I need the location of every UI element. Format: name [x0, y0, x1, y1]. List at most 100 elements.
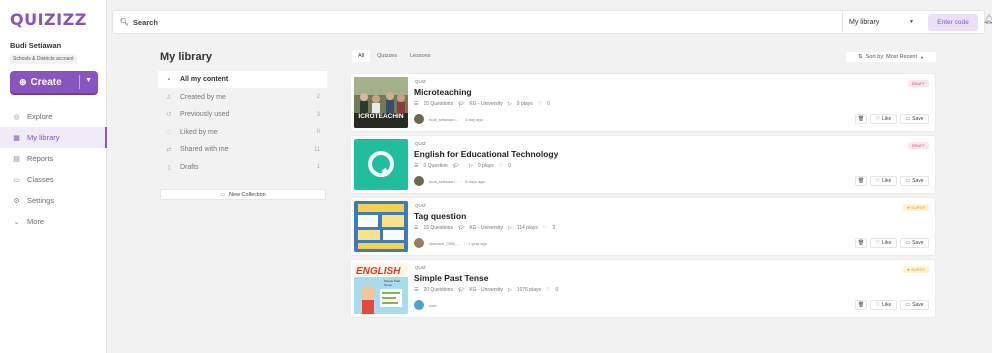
- quiz-meta: ☰ 0 Question 🎓︎ ▷ 0 plays ♡ 0: [414, 163, 516, 169]
- quiz-thumbnail[interactable]: ICROTEACHIN: [354, 77, 408, 128]
- play-icon: ▷: [507, 287, 512, 293]
- timestamp: 1 year ago: [468, 240, 488, 246]
- save-button[interactable]: ▭ Save: [900, 114, 929, 124]
- tab-quizzes[interactable]: Quizzes: [371, 50, 403, 62]
- nav-item-explore[interactable]: ◎ Explore: [0, 106, 107, 127]
- user-icon: ♙: [166, 94, 172, 101]
- nav-item-label: My library: [27, 133, 60, 142]
- quiz-title[interactable]: Microteaching: [414, 87, 472, 97]
- quiz-thumbnail[interactable]: [354, 139, 408, 190]
- grade-range: KG - University: [469, 225, 503, 231]
- save-button[interactable]: ▭ Save: [900, 238, 929, 248]
- page-title: My library: [160, 51, 212, 63]
- search-input[interactable]: Search: [133, 18, 158, 27]
- filter-label: Liked by me: [180, 128, 218, 136]
- filter-created-by-me[interactable]: ♙ Created by me 2: [158, 89, 327, 106]
- quiz-title[interactable]: Simple Past Tense: [414, 273, 488, 283]
- quiz-thumbnail[interactable]: ENGLISH Simple Past Tense: [354, 263, 408, 314]
- save-label: Save: [912, 178, 924, 184]
- delete-button[interactable]: 🗑︎: [855, 176, 867, 186]
- play-count: 9 plays: [516, 101, 533, 107]
- create-button-divider: [79, 75, 80, 89]
- grade-icon: 🎓︎: [452, 163, 460, 169]
- quiz-card[interactable]: ICROTEACHIN QUIZ Microteaching ☰ 15 Quest…: [350, 73, 936, 132]
- save-label: Save: [912, 116, 924, 122]
- filter-liked-by-me[interactable]: ♡ Liked by me 0: [158, 124, 327, 141]
- filter-count: 0: [316, 129, 320, 136]
- grade-range: KG - University: [469, 101, 503, 107]
- quiz-card[interactable]: ENGLISH Simple Past Tense QUIZ Simple Pa…: [350, 259, 936, 318]
- filter-count: 2: [316, 94, 320, 101]
- user-name[interactable]: Budi Setiawan: [10, 41, 61, 50]
- nav-item-settings[interactable]: ⚙ Settings: [0, 190, 107, 211]
- chevron-down-icon: ⌄: [13, 218, 20, 226]
- like-button[interactable]: ♡ Like: [870, 114, 897, 124]
- owner-name: user: [429, 302, 437, 308]
- heart-icon: ♡: [166, 129, 172, 136]
- search-bar[interactable]: 🔍︎ Search My library ▼ Enter code 🔔︎: [112, 10, 992, 34]
- sort-dropdown[interactable]: ⇅ Sort by: Most Recent ▼: [846, 52, 936, 62]
- like-button[interactable]: ♡ Like: [870, 300, 897, 310]
- quiz-meta: ☰ 20 Questions 🎓︎ KG - University ▷ 1076 pl…: [414, 287, 563, 293]
- tab-all[interactable]: All: [352, 50, 371, 62]
- list-icon: ☰: [414, 101, 419, 107]
- library-scope-select[interactable]: My library ▼: [842, 11, 922, 33]
- quiz-title[interactable]: English for Educational Technology: [414, 149, 558, 159]
- filter-shared-with-me[interactable]: ⇄ Shared with me 11: [158, 141, 327, 158]
- nav-item-more[interactable]: ⌄ More: [0, 211, 107, 232]
- quiz-title[interactable]: Tag question: [414, 211, 466, 221]
- status-badge: DRAFT: [907, 142, 929, 149]
- grade-icon: 🎓︎: [457, 287, 465, 293]
- enter-code-button[interactable]: Enter code: [928, 14, 978, 31]
- main-nav: ◎ Explore ▦ My library ▤ Reports ▭ Class…: [0, 106, 107, 232]
- quiz-card[interactable]: QUIZ Tag question ☰ 15 Questions 🎓︎ KG - U…: [350, 197, 936, 256]
- bell-icon[interactable]: 🔔︎: [983, 14, 992, 25]
- quiz-thumbnail[interactable]: [354, 201, 408, 252]
- delete-button[interactable]: 🗑︎: [855, 300, 867, 310]
- folder-icon: ▭: [905, 240, 911, 246]
- badge-label: SUPER: [911, 205, 925, 210]
- avatar: [414, 300, 424, 310]
- classes-icon: ▭: [13, 176, 20, 184]
- filter-label: Drafts: [180, 163, 199, 171]
- nav-item-my-library[interactable]: ▦ My library: [0, 127, 107, 148]
- folder-plus-icon: ▭: [220, 191, 226, 198]
- avatar: [414, 238, 424, 248]
- filter-drafts[interactable]: ▯ Drafts 1: [158, 159, 327, 176]
- save-button[interactable]: ▭ Save: [900, 176, 929, 186]
- compass-icon: ◎: [13, 113, 20, 121]
- quiz-card[interactable]: QUIZ English for Educational Technology …: [350, 135, 936, 194]
- caret-down-icon[interactable]: ▼: [85, 77, 92, 84]
- filter-label: All my content: [180, 76, 229, 83]
- create-button[interactable]: ⊕ Create ▼: [10, 71, 98, 93]
- heart-icon: ♡: [545, 287, 551, 293]
- save-button[interactable]: ▭ Save: [900, 300, 929, 310]
- like-label: Like: [882, 240, 892, 246]
- filter-previously-used[interactable]: ↺ Previously used 3: [158, 106, 327, 123]
- folder-icon: ▭: [905, 178, 911, 184]
- nav-item-classes[interactable]: ▭ Classes: [0, 169, 107, 190]
- search-icon: 🔍︎: [120, 19, 129, 26]
- new-collection-button[interactable]: ▭ New Collection: [160, 189, 326, 200]
- delete-button[interactable]: 🗑︎: [855, 238, 867, 248]
- quizizz-q-logo-icon: [368, 151, 394, 177]
- like-button[interactable]: ♡ Like: [870, 238, 897, 248]
- trash-icon: 🗑︎: [857, 116, 865, 122]
- filter-label: Previously used: [180, 111, 230, 119]
- delete-button[interactable]: 🗑︎: [855, 114, 867, 124]
- quizizz-logo[interactable]: QUIZIZZ: [10, 10, 87, 29]
- filter-all-my-content[interactable]: ▪ All my content: [158, 71, 327, 88]
- nav-item-label: Reports: [27, 154, 54, 163]
- content-type-label: QUIZ: [415, 141, 426, 146]
- heart-icon: ♡: [498, 163, 504, 169]
- status-badge: ★ SUPER: [902, 266, 929, 273]
- filter-count: 3: [316, 111, 320, 118]
- play-count: 114 plays: [516, 225, 538, 231]
- heart-icon: ♡: [875, 302, 881, 308]
- like-button[interactable]: ♡ Like: [870, 176, 897, 186]
- plus-circle-icon: ⊕: [19, 76, 27, 87]
- history-icon: ↺: [166, 112, 172, 119]
- top-bar: 🔍︎ Search My library ▼ Enter code 🔔︎: [107, 10, 992, 34]
- nav-item-reports[interactable]: ▤ Reports: [0, 148, 107, 169]
- tab-lessons[interactable]: Lessons: [404, 50, 437, 62]
